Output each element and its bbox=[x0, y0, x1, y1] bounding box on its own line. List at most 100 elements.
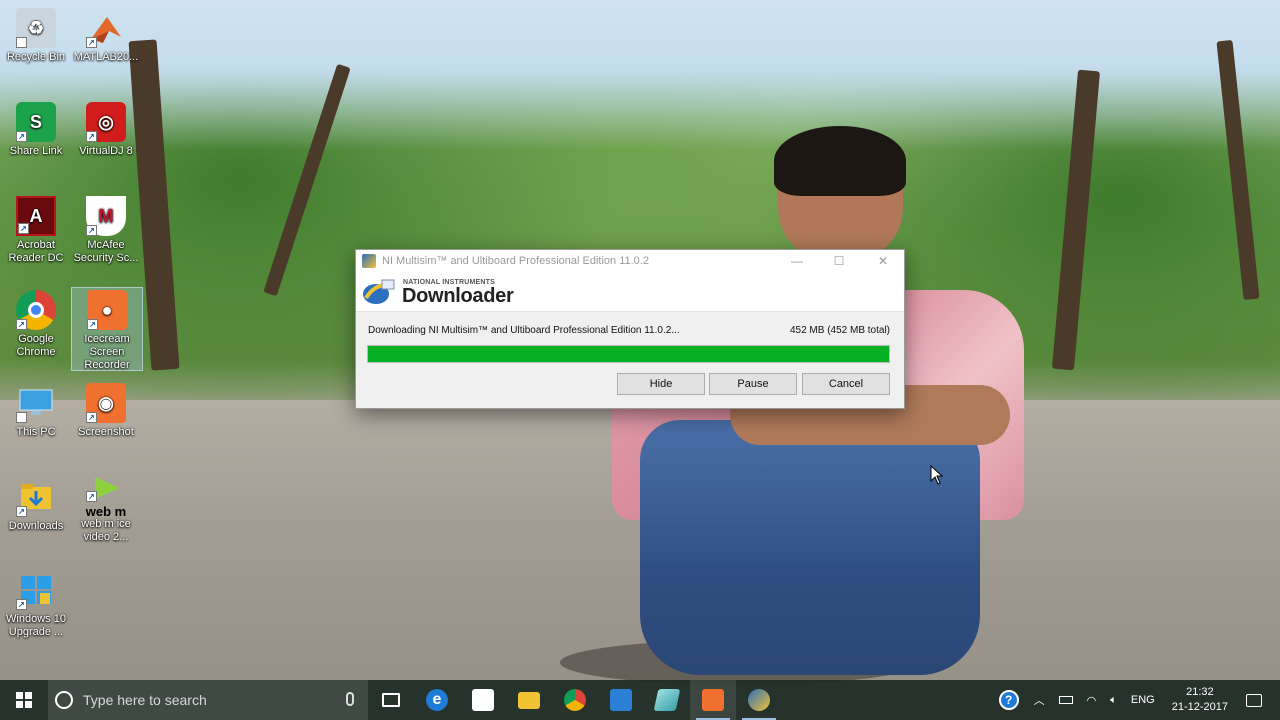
icecream-recorder-icon: ● ↗ bbox=[87, 290, 127, 330]
mouse-cursor-icon bbox=[930, 465, 944, 485]
download-size-text: 452 MB (452 MB total) bbox=[789, 325, 890, 336]
desktop-icon-label: Icecream Screen Recorder bbox=[84, 333, 130, 371]
file-explorer-icon bbox=[518, 691, 540, 709]
chrome-icon: ↗ bbox=[16, 290, 56, 330]
dialog-header: NATIONAL INSTRUMENTS Downloader bbox=[356, 272, 904, 312]
close-button[interactable]: ✕ bbox=[868, 250, 898, 272]
ni-downloader-icon bbox=[748, 689, 770, 711]
taskbar-file-explorer[interactable] bbox=[506, 680, 552, 720]
maximize-button[interactable]: ☐ bbox=[824, 250, 854, 272]
edge-icon: e bbox=[426, 689, 448, 711]
taskbar-ni-downloader[interactable] bbox=[736, 680, 782, 720]
start-button[interactable] bbox=[0, 680, 48, 720]
desktop-icon-webm[interactable]: ↗ web m web m ice video 2... bbox=[70, 474, 142, 544]
clock[interactable]: 21:32 21-12-2017 bbox=[1172, 685, 1228, 715]
hide-button[interactable]: Hide bbox=[617, 373, 705, 395]
tree-trunk bbox=[1216, 39, 1260, 301]
desktop-icon-icecream[interactable]: ● ↗ Icecream Screen Recorder bbox=[71, 287, 143, 371]
brand-title: Downloader bbox=[402, 285, 514, 307]
desktop-icon-mcafee[interactable]: M ↗ McAfee Security Sc... bbox=[70, 196, 142, 265]
desktop-icon-label: MATLAB20... bbox=[73, 51, 139, 63]
clock-date: 21-12-2017 bbox=[1171, 701, 1228, 713]
desktop-icon-this-pc[interactable]: This PC bbox=[0, 383, 72, 439]
language-indicator[interactable]: ENG bbox=[1131, 694, 1155, 706]
person-hair bbox=[774, 126, 906, 196]
cortana-icon bbox=[55, 691, 73, 709]
action-center-icon[interactable] bbox=[1246, 693, 1262, 707]
webm-logo-text: web m bbox=[85, 504, 127, 519]
desktop-icon-label: Downloads bbox=[8, 520, 64, 532]
search-placeholder: Type here to search bbox=[83, 692, 207, 708]
desktop-icon-label: VirtualDJ 8 bbox=[79, 145, 133, 157]
download-status-text: Downloading NI Multisim™ and Ultiboard P… bbox=[368, 325, 680, 336]
taskbar-notepad[interactable] bbox=[644, 680, 690, 720]
desktop-icon-recycle-bin[interactable]: ♻ Recycle Bin bbox=[0, 8, 72, 64]
ni-app-icon bbox=[362, 254, 376, 268]
tree-trunk bbox=[263, 63, 351, 297]
windows10-upgrade-icon: ↗ bbox=[16, 570, 56, 610]
pause-button[interactable]: Pause bbox=[709, 373, 797, 395]
minimize-button[interactable]: — bbox=[782, 250, 812, 272]
volume-icon[interactable]: 🔈︎ bbox=[1110, 694, 1117, 707]
notepad-icon bbox=[653, 689, 681, 711]
wifi-icon[interactable]: ◠ bbox=[1087, 694, 1097, 707]
desktop-icon-label: Acrobat Reader DC bbox=[8, 239, 64, 264]
system-tray: ? ︿ ◠ 🔈︎ ENG 21:32 21-12-2017 bbox=[998, 680, 1280, 720]
task-view-button[interactable] bbox=[368, 680, 414, 720]
tree-trunk bbox=[1051, 69, 1101, 371]
matlab-icon: ↗ bbox=[86, 8, 126, 48]
desktop-icon-screenshot[interactable]: ◉ ↗ Screenshot bbox=[70, 383, 142, 439]
task-view-icon bbox=[382, 693, 400, 707]
acrobat-icon: A ↗ bbox=[16, 196, 56, 236]
desktop-icon-label: This PC bbox=[16, 426, 56, 438]
desktop-icon-label: Google Chrome bbox=[16, 333, 56, 358]
desktop-icon-downloads[interactable]: ↗ Downloads bbox=[0, 477, 72, 533]
download-status-row: Downloading NI Multisim™ and Ultiboard P… bbox=[368, 325, 890, 336]
desktop-icon-label: Screenshot bbox=[78, 426, 134, 438]
desktop-icon-share-link[interactable]: S ↗ Share Link bbox=[0, 102, 72, 158]
matlab-icon bbox=[610, 689, 632, 711]
taskbar-icecream[interactable] bbox=[690, 680, 736, 720]
download-progress-bar bbox=[367, 345, 890, 363]
windows-logo-icon bbox=[16, 692, 32, 708]
share-link-icon: S ↗ bbox=[16, 102, 56, 142]
desktop-icon-label: Recycle Bin bbox=[6, 51, 66, 63]
desktop-icon-windows10-upgrade[interactable]: ↗ Windows 10 Upgrade ... bbox=[0, 570, 72, 639]
desktop-icon-chrome[interactable]: ↗ Google Chrome bbox=[0, 290, 72, 359]
taskbar-edge[interactable]: e bbox=[414, 680, 460, 720]
microphone-icon[interactable] bbox=[346, 692, 354, 706]
desktop-icon-label: Windows 10 Upgrade ... bbox=[6, 613, 66, 638]
clock-time: 21:32 bbox=[1186, 686, 1214, 698]
taskbar: Type here to search e ? ︿ ◠ 🔈︎ ENG 21:32… bbox=[0, 680, 1280, 720]
show-hidden-icons-icon[interactable]: ︿ bbox=[1034, 692, 1045, 708]
virtualdj-icon: ◎ ↗ bbox=[86, 102, 126, 142]
ni-logo-icon bbox=[363, 279, 395, 304]
store-icon bbox=[472, 689, 494, 711]
taskbar-matlab[interactable] bbox=[598, 680, 644, 720]
battery-icon[interactable] bbox=[1058, 696, 1073, 704]
taskbar-chrome[interactable] bbox=[552, 680, 598, 720]
desktop-icon-acrobat[interactable]: A ↗ Acrobat Reader DC bbox=[0, 196, 72, 265]
desktop-icon-matlab[interactable]: ↗ MATLAB20... bbox=[70, 8, 142, 64]
desktop-icon-label: McAfee Security Sc... bbox=[73, 239, 139, 264]
taskbar-store[interactable] bbox=[460, 680, 506, 720]
desktop-icon-label: Share Link bbox=[9, 145, 63, 157]
taskbar-search-box[interactable]: Type here to search bbox=[48, 680, 368, 720]
person-legs bbox=[640, 420, 980, 675]
chrome-icon bbox=[564, 689, 586, 711]
desktop-icon-label: web m ice video 2... bbox=[81, 518, 131, 543]
downloads-folder-icon: ↗ bbox=[16, 477, 56, 517]
webm-video-icon: ↗ bbox=[86, 474, 126, 502]
downloader-dialog: NI Multisim™ and Ultiboard Professional … bbox=[355, 249, 905, 409]
cancel-button[interactable]: Cancel bbox=[802, 373, 890, 395]
dialog-titlebar[interactable]: NI Multisim™ and Ultiboard Professional … bbox=[356, 250, 904, 272]
mcafee-icon: M ↗ bbox=[86, 196, 126, 236]
progress-fill bbox=[368, 346, 889, 362]
dialog-title: NI Multisim™ and Ultiboard Professional … bbox=[382, 255, 649, 267]
recycle-bin-icon: ♻ bbox=[16, 8, 56, 48]
icecream-recorder-icon bbox=[702, 689, 724, 711]
help-icon[interactable]: ? bbox=[998, 690, 1019, 710]
screenshot-icon: ◉ ↗ bbox=[86, 383, 126, 423]
desktop-icon-virtualdj[interactable]: ◎ ↗ VirtualDJ 8 bbox=[70, 102, 142, 158]
this-pc-icon bbox=[16, 383, 56, 423]
